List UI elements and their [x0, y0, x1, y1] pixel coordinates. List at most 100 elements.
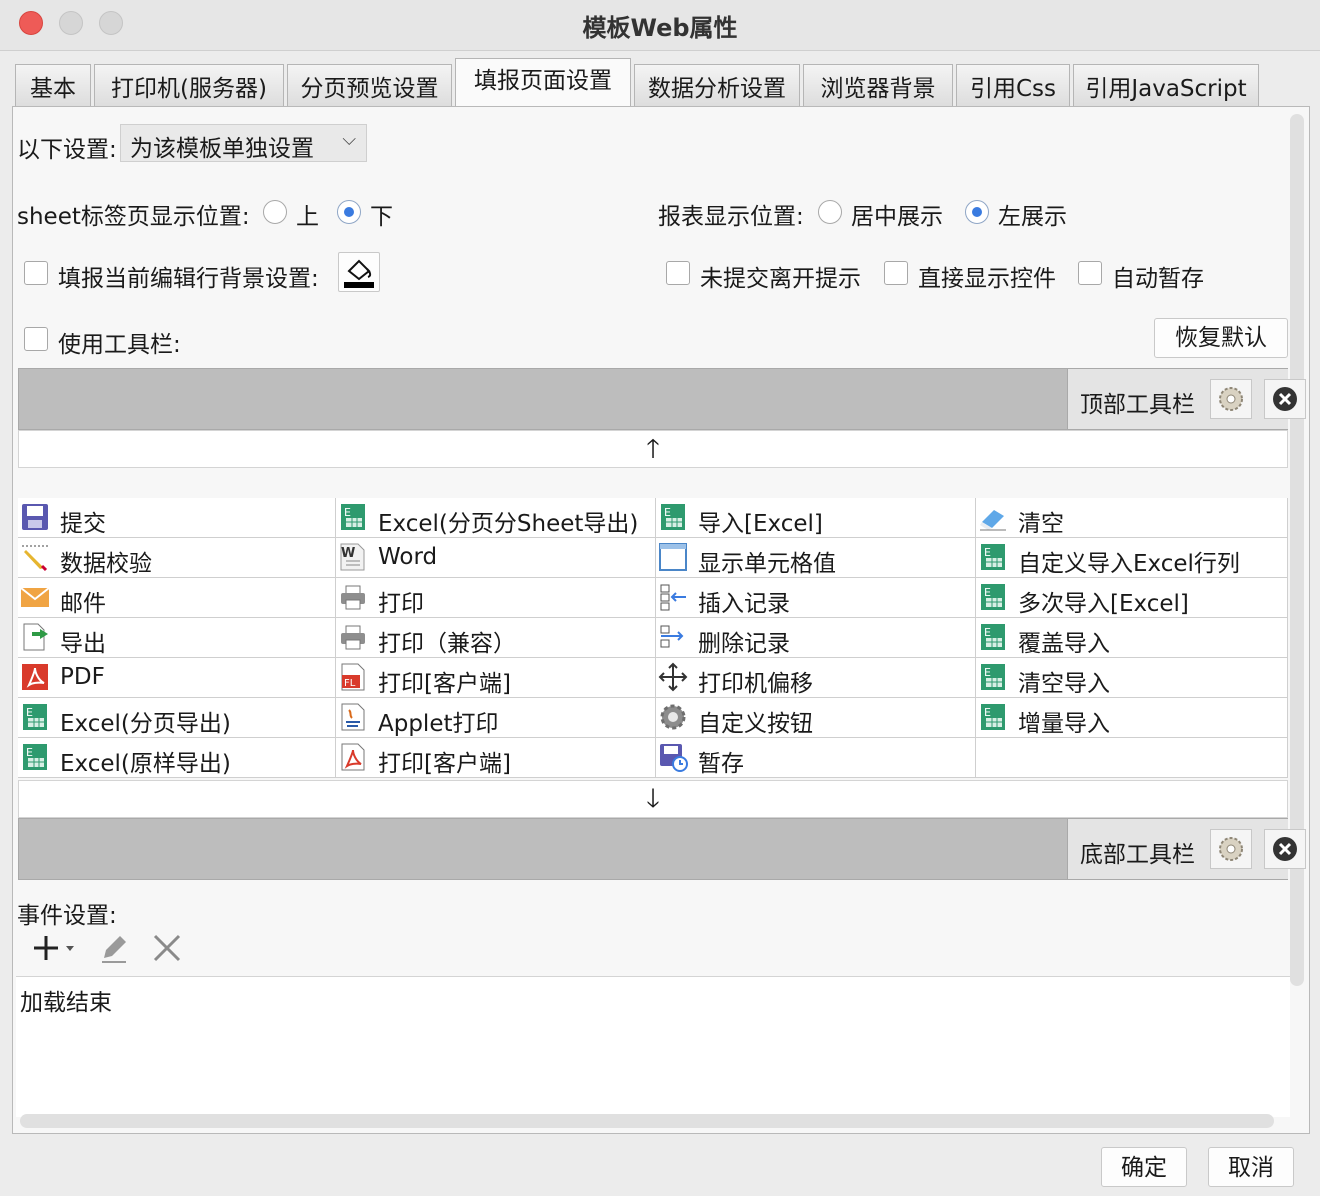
toolbar-button-item[interactable]: 自定义按钮 [656, 698, 976, 738]
move-up-row[interactable]: 🡑 [18, 430, 1288, 468]
arrow-up-icon: 🡑 [646, 434, 660, 464]
toolbar-button-item[interactable]: 暂存 [656, 738, 976, 778]
edit-row-bg-checkbox[interactable] [24, 261, 48, 285]
excel-icon: E [20, 702, 50, 732]
report-left-label: 左展示 [998, 204, 1067, 230]
cancel-button[interactable]: 取消 [1208, 1147, 1294, 1187]
toolbar-button-item[interactable]: E Excel(分页导出) [18, 698, 336, 738]
toolbar-button-item[interactable]: E 增量导入 [976, 698, 1288, 738]
toolbar-button-item[interactable]: 删除记录 [656, 618, 976, 658]
toolbar-button-item[interactable]: PDF [18, 658, 336, 698]
move-down-row[interactable]: 🡓 [18, 780, 1288, 818]
toolbar-button-label: 自定义导入Excel行列 [1018, 551, 1240, 577]
toolbar-button-label: 覆盖导入 [1018, 631, 1110, 657]
toolbar-button-label: 多次导入[Excel] [1018, 591, 1189, 617]
tab-css[interactable]: 引用Css [956, 64, 1070, 108]
toolbar-button-item[interactable]: E Excel(原样导出) [18, 738, 336, 778]
show-widget-checkbox[interactable] [884, 261, 908, 285]
toolbar-button-item[interactable]: 邮件 [18, 578, 336, 618]
toolbar-button-item[interactable]: W Word [336, 538, 656, 578]
bottom-toolbar-area[interactable]: 底部工具栏 [18, 818, 1306, 880]
close-icon [153, 934, 181, 962]
toolbar-button-item[interactable]: E 覆盖导入 [976, 618, 1288, 658]
excel-icon: E [338, 502, 368, 532]
tab-fill-page-settings[interactable]: 填报页面设置 [455, 58, 631, 108]
delete-event-button[interactable] [150, 930, 184, 966]
tab-label: 基本 [30, 76, 76, 102]
sheet-bottom-radio[interactable] [337, 200, 361, 224]
cell-value-icon [658, 542, 688, 572]
scope-label: 以下设置: [17, 137, 117, 163]
top-toolbar-remove-button[interactable] [1264, 379, 1306, 419]
edit-event-button[interactable] [98, 930, 132, 966]
tab-basic[interactable]: 基本 [15, 64, 91, 108]
top-toolbar-settings-button[interactable] [1210, 379, 1252, 419]
sheet-top-radio[interactable] [263, 200, 287, 224]
toolbar-button-label: Excel(原样导出) [60, 751, 231, 777]
toolbar-button-item[interactable]: 打印（兼容） [336, 618, 656, 658]
unsubmitted-prompt-label: 未提交离开提示 [700, 266, 861, 292]
tab-javascript[interactable]: 引用JavaScript [1073, 64, 1259, 108]
top-toolbar-area[interactable]: 顶部工具栏 [18, 368, 1306, 430]
toolbar-button-item[interactable]: 数据校验 [18, 538, 336, 578]
autosave-checkbox[interactable] [1078, 261, 1102, 285]
toolbar-button-item[interactable]: E 自定义导入Excel行列 [976, 538, 1288, 578]
toolbar-button-label: 暂存 [698, 751, 744, 777]
gear-icon [658, 702, 688, 732]
pdf-print-icon [338, 742, 368, 772]
event-item-load-end[interactable]: 加载结束 [20, 983, 112, 1017]
add-event-button[interactable] [30, 930, 80, 966]
report-position-label: 报表显示位置: [658, 204, 804, 230]
printer-icon [338, 622, 368, 652]
toolbar-button-item[interactable]: 导出 [18, 618, 336, 658]
toolbar-button-item[interactable]: 显示单元格值 [656, 538, 976, 578]
report-center-radio[interactable] [818, 200, 842, 224]
export-icon [20, 622, 50, 652]
excel-icon: E [978, 662, 1008, 692]
toolbar-button-label: PDF [60, 664, 105, 690]
toolbar-button-item[interactable]: 清空 [976, 498, 1288, 538]
excel-icon: E [978, 622, 1008, 652]
restore-default-button[interactable]: 恢复默认 [1154, 318, 1288, 358]
bottom-toolbar-remove-button[interactable] [1264, 829, 1306, 869]
toolbar-button-label: 打印[客户端] [378, 751, 511, 777]
tab-page-preview[interactable]: 分页预览设置 [287, 64, 452, 108]
toolbar-button-item[interactable]: 打印机偏移 [656, 658, 976, 698]
pdf-icon [20, 662, 50, 692]
toolbar-button-item[interactable]: E 导入[Excel] [656, 498, 976, 538]
word-icon: W [338, 542, 368, 572]
pencil-icon [102, 936, 126, 963]
report-left-radio[interactable] [965, 200, 989, 224]
tab-data-analysis[interactable]: 数据分析设置 [634, 64, 800, 108]
svg-text:E: E [26, 746, 33, 759]
toolbar-button-item[interactable]: 提交 [18, 498, 336, 538]
background-color-button[interactable] [338, 252, 380, 292]
ok-button[interactable]: 确定 [1101, 1147, 1187, 1187]
events-label: 事件设置: [17, 903, 117, 929]
top-toolbar-label: 顶部工具栏 [1080, 392, 1195, 418]
sheet-top-label: 上 [296, 204, 319, 230]
horizontal-scrollbar[interactable] [20, 1114, 1274, 1128]
toolbar-button-item[interactable]: FL 打印[客户端] [336, 658, 656, 698]
tab-printer-server[interactable]: 打印机(服务器) [94, 64, 284, 108]
toolbar-button-label: 增量导入 [1018, 711, 1110, 737]
bottom-toolbar-settings-button[interactable] [1210, 829, 1252, 869]
toolbar-button-item[interactable]: Applet打印 [336, 698, 656, 738]
scope-select[interactable]: 为该模板单独设置 ⌵ [120, 124, 367, 162]
pencil-validate-icon [20, 542, 50, 572]
toolbar-button-item[interactable]: 打印 [336, 578, 656, 618]
toolbar-button-item[interactable]: E 清空导入 [976, 658, 1288, 698]
toolbar-button-item[interactable]: 打印[客户端] [336, 738, 656, 778]
toolbar-button-label: 打印机偏移 [698, 671, 813, 697]
empty-cell [976, 738, 1288, 778]
toolbar-button-item[interactable]: E 多次导入[Excel] [976, 578, 1288, 618]
toolbar-button-item[interactable]: E Excel(分页分Sheet导出) [336, 498, 656, 538]
tab-label: 分页预览设置 [300, 76, 439, 102]
unsubmitted-prompt-checkbox[interactable] [666, 261, 690, 285]
use-toolbar-checkbox[interactable] [24, 327, 48, 351]
toolbar-button-item[interactable]: 插入记录 [656, 578, 976, 618]
flash-print-icon: FL [338, 662, 368, 692]
tab-browser-background[interactable]: 浏览器背景 [803, 64, 953, 108]
gear-icon [1219, 387, 1243, 411]
toolbar-button-label: 自定义按钮 [698, 711, 813, 737]
